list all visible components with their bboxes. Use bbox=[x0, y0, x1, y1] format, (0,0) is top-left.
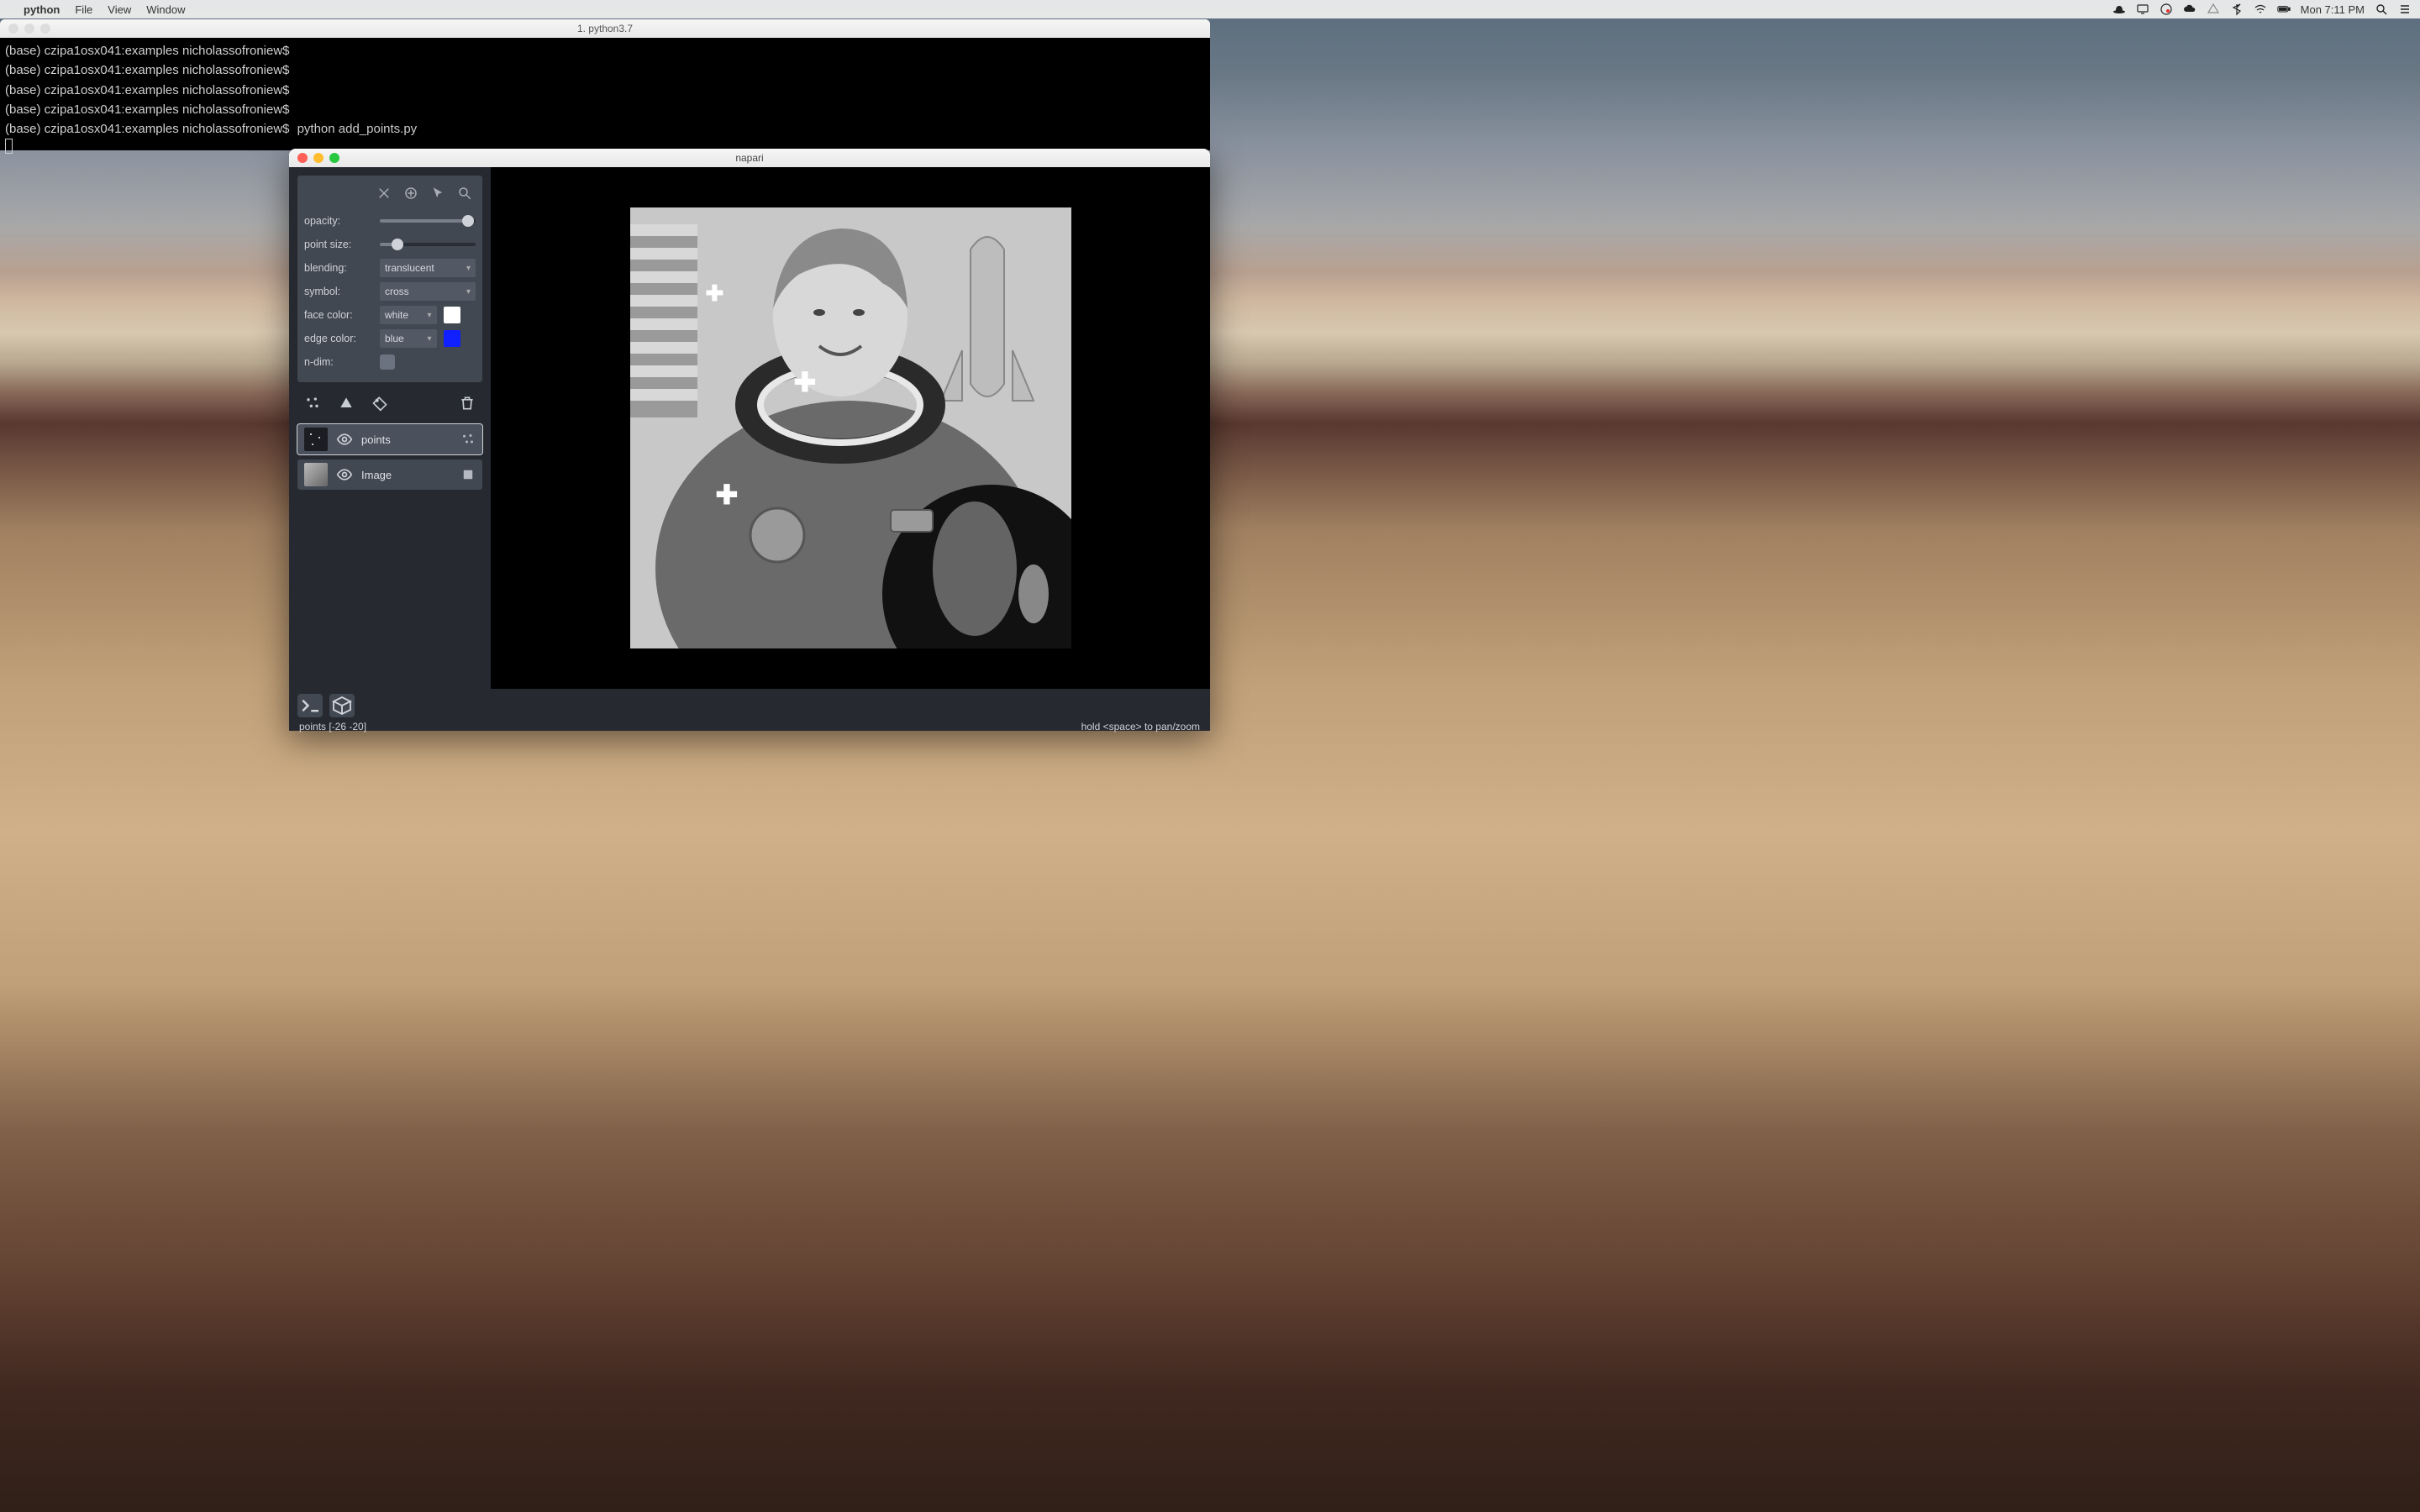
layer-name: Image bbox=[361, 469, 392, 481]
menubar-item-window[interactable]: Window bbox=[146, 3, 185, 16]
terminal-line: (base) czipa1osx041:examples nicholassof… bbox=[5, 122, 290, 136]
bluetooth-icon[interactable] bbox=[2230, 3, 2244, 16]
ndisplay-toggle-button[interactable] bbox=[329, 694, 355, 717]
blending-value: translucent bbox=[385, 262, 434, 274]
terminal-title: 1. python3.7 bbox=[577, 23, 633, 34]
control-center-icon[interactable] bbox=[2398, 3, 2412, 16]
layer-controls-panel: opacity: point size: blending: translu bbox=[297, 176, 482, 382]
point-marker[interactable]: ✚ bbox=[794, 371, 816, 393]
ndim-label: n-dim: bbox=[304, 356, 373, 368]
chevron-down-icon: ▾ bbox=[466, 264, 471, 273]
battery-icon[interactable] bbox=[2277, 3, 2291, 16]
status-left: points [-26 -20] bbox=[299, 721, 366, 732]
terminal-command: python add_points.py bbox=[297, 122, 418, 136]
layer-type-image-icon bbox=[460, 467, 476, 482]
ndim-checkbox[interactable] bbox=[380, 354, 395, 370]
visibility-toggle-icon[interactable] bbox=[336, 466, 353, 483]
edgecolor-value: blue bbox=[385, 333, 404, 344]
menubar-clock[interactable]: Mon 7:11 PM bbox=[2301, 3, 2365, 16]
menubar-item-file[interactable]: File bbox=[75, 3, 92, 16]
terminal-line: (base) czipa1osx041:examples nicholassof… bbox=[5, 44, 290, 58]
terminal-body[interactable]: (base) czipa1osx041:examples nicholassof… bbox=[0, 38, 1210, 150]
facecolor-value: white bbox=[385, 309, 408, 321]
facecolor-dropdown[interactable]: white ▾ bbox=[380, 306, 437, 324]
napari-sidebar: opacity: point size: blending: translu bbox=[289, 167, 491, 689]
new-shapes-layer-button[interactable] bbox=[333, 391, 360, 416]
napari-titlebar[interactable]: napari bbox=[289, 149, 1210, 167]
chevron-down-icon: ▾ bbox=[427, 334, 431, 344]
menubar-item-view[interactable]: View bbox=[108, 3, 131, 16]
points-mode-buttons bbox=[304, 182, 476, 204]
terminal-window[interactable]: 1. python3.7 (base) czipa1osx041:example… bbox=[0, 19, 1210, 150]
macos-menubar: python File View Window Mon 7:11 PM bbox=[0, 0, 2420, 18]
terminal-line: (base) czipa1osx041:examples nicholassof… bbox=[5, 63, 290, 77]
pointsize-label: point size: bbox=[304, 239, 373, 250]
cloud-icon[interactable] bbox=[2183, 3, 2196, 16]
blending-dropdown[interactable]: translucent ▾ bbox=[380, 259, 476, 277]
status-right: hold <space> to pan/zoom bbox=[1081, 721, 1200, 732]
delete-points-button[interactable] bbox=[373, 182, 395, 204]
symbol-value: cross bbox=[385, 286, 409, 297]
canvas-image: ✚ ✚ ✚ bbox=[630, 207, 1071, 648]
terminal-traffic-lights bbox=[8, 24, 50, 34]
layer-item-image[interactable]: Image bbox=[297, 459, 482, 490]
delete-layer-button[interactable] bbox=[454, 391, 481, 416]
layer-list: points Image bbox=[297, 424, 482, 490]
symbol-label: symbol: bbox=[304, 286, 373, 297]
napari-window[interactable]: napari opacity: bbox=[289, 149, 1210, 731]
layer-thumbnail bbox=[304, 463, 328, 486]
edgecolor-dropdown[interactable]: blue ▾ bbox=[380, 329, 437, 348]
new-points-layer-button[interactable] bbox=[299, 391, 326, 416]
menubar-status-area: Mon 7:11 PM bbox=[2112, 3, 2412, 16]
pan-zoom-button[interactable] bbox=[454, 182, 476, 204]
select-points-button[interactable] bbox=[427, 182, 449, 204]
sync-icon[interactable] bbox=[2160, 3, 2173, 16]
wifi-icon[interactable] bbox=[2254, 3, 2267, 16]
terminal-titlebar[interactable]: 1. python3.7 bbox=[0, 19, 1210, 38]
new-labels-layer-button[interactable] bbox=[366, 391, 393, 416]
napari-bottom-bar: points [-26 -20] hold <space> to pan/zoo… bbox=[289, 689, 1210, 731]
opacity-label: opacity: bbox=[304, 215, 373, 227]
layer-item-points[interactable]: points bbox=[297, 424, 482, 454]
layer-thumbnail bbox=[304, 428, 328, 451]
edgecolor-swatch[interactable] bbox=[444, 330, 460, 347]
drive-icon[interactable] bbox=[2207, 3, 2220, 16]
layer-type-points-icon bbox=[460, 432, 476, 447]
minimize-button[interactable] bbox=[313, 153, 324, 163]
layer-name: points bbox=[361, 433, 391, 446]
add-points-button[interactable] bbox=[400, 182, 422, 204]
pointsize-slider[interactable] bbox=[380, 243, 476, 246]
zoom-button[interactable] bbox=[40, 24, 50, 34]
chevron-down-icon: ▾ bbox=[427, 311, 431, 320]
napari-traffic-lights bbox=[297, 153, 339, 163]
layer-buttons-bar bbox=[297, 389, 482, 417]
napari-title: napari bbox=[735, 152, 763, 164]
opacity-slider[interactable] bbox=[380, 219, 476, 223]
edgecolor-label: edge color: bbox=[304, 333, 373, 344]
hat-icon[interactable] bbox=[2112, 3, 2126, 16]
canvas-viewport[interactable]: ✚ ✚ ✚ bbox=[491, 167, 1210, 689]
facecolor-swatch[interactable] bbox=[444, 307, 460, 323]
symbol-dropdown[interactable]: cross ▾ bbox=[380, 282, 476, 301]
facecolor-label: face color: bbox=[304, 309, 373, 321]
point-marker[interactable]: ✚ bbox=[716, 484, 738, 506]
minimize-button[interactable] bbox=[24, 24, 34, 34]
menubar-app-name[interactable]: python bbox=[24, 3, 60, 16]
point-marker[interactable]: ✚ bbox=[706, 285, 723, 302]
close-button[interactable] bbox=[8, 24, 18, 34]
monitor-icon[interactable] bbox=[2136, 3, 2149, 16]
console-toggle-button[interactable] bbox=[297, 694, 323, 717]
spotlight-icon[interactable] bbox=[2375, 3, 2388, 16]
blending-label: blending: bbox=[304, 262, 373, 274]
zoom-button[interactable] bbox=[329, 153, 339, 163]
visibility-toggle-icon[interactable] bbox=[336, 431, 353, 448]
chevron-down-icon: ▾ bbox=[466, 287, 471, 297]
terminal-line: (base) czipa1osx041:examples nicholassof… bbox=[5, 83, 290, 97]
close-button[interactable] bbox=[297, 153, 308, 163]
terminal-cursor bbox=[5, 139, 13, 154]
terminal-line: (base) czipa1osx041:examples nicholassof… bbox=[5, 102, 290, 117]
